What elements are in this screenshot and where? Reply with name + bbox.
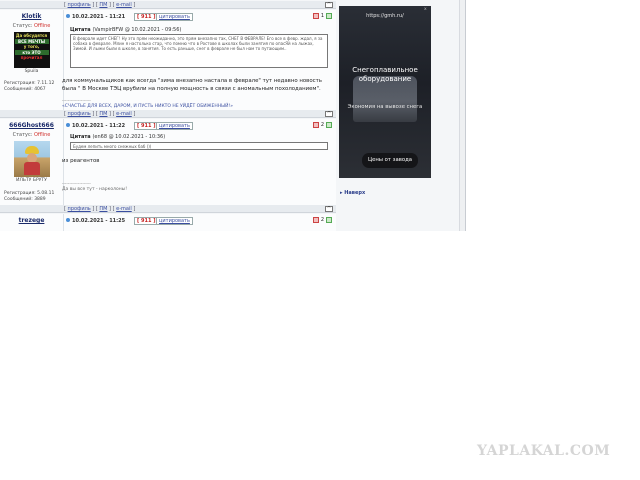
scroll-up-button[interactable]: ^ [325,111,333,117]
vote-count: 1 [320,13,324,19]
email-link[interactable]: e-mail [116,2,132,8]
ad-title: Снегоплавильное оборудование [352,66,418,83]
ad-url[interactable]: https://gmh.ru/ [339,13,431,19]
post-meta: 10.02.2021 - 11:25 [ 911 ] цитировать 2 [66,217,332,226]
post-link-icon[interactable] [66,14,70,18]
pm-link[interactable]: ПМ [99,2,107,8]
post-actions-bar: [ профиль ] [ ПМ ] [ e-mail ] ^ [0,110,336,118]
vote-up-icon[interactable] [326,217,332,223]
vote-count: 2 [320,217,324,223]
ad-cta-button[interactable]: Цены от завода [362,153,418,168]
watermark: YAPLAKAL.COM [477,443,611,459]
ad-subtitle: Экономия на вывозе снега [347,104,423,110]
profile-link[interactable]: профиль [68,111,91,117]
sidebar-ad[interactable]: x https://gmh.ru/ Снегоплавильное оборуд… [339,6,431,178]
user-registration: Регистрация: 7.11.12 Сообщений: 4067 [4,81,55,92]
signature: «СЧАСТЬЕ ДЛЯ ВСЕХ, ДАРОМ, И ПУСТЬ НИКТО … [62,104,234,109]
ad-close-icon[interactable]: x [424,7,429,12]
quote-button[interactable]: цитировать [156,122,193,130]
avatar-caption: ИЛЬТУ БРУТУ [16,178,47,183]
user-registration: Регистрация: 5.08.11 Сообщений: 3889 [4,191,55,202]
post-date: 10.02.2021 - 11:22 [66,123,125,129]
post-body: для коммунальщиков как всегда "зима внез… [62,78,322,92]
avatar: Да обсудятся ВСЕ МЕЧТЫ у того, кто ЭТО п… [13,32,50,68]
post-link-icon[interactable] [66,218,70,222]
username[interactable]: 666Ghost666 [0,122,63,129]
post-number[interactable]: [ 911 ] [134,122,159,130]
vote-count: 2 [320,122,324,128]
post-meta: 10.02.2021 - 11:21 [ 911 ] цитировать 1 [66,13,332,22]
quote-box: В феврале идет СНЕГ! Ну это прям неожида… [70,34,328,68]
post-meta: 10.02.2021 - 11:22 [ 911 ] цитировать 2 [66,122,332,131]
vote-up-icon[interactable] [326,122,332,128]
scroll-up-button[interactable]: ^ [325,206,333,212]
post: Klotik Статус: Offline Да обсудятся ВСЕ … [0,10,336,110]
quote-button[interactable]: цитировать [156,217,193,225]
post-link-icon[interactable] [66,123,70,127]
username[interactable]: trezege [0,217,63,224]
post-actions-bar: [ профиль ] [ ПМ ] [ e-mail ] ^ [0,205,336,213]
post: 666Ghost666 Статус: Offline ИЛЬТУ БРУТУ … [0,119,336,205]
quote-header: Цитата (VampirBFW @ 10.02.2021 - 09:56) [70,27,182,33]
quote-header: Цитата (en68 @ 10.02.2021 - 10:36) [70,134,166,140]
profile-link[interactable]: профиль [68,2,91,8]
post-number[interactable]: [ 911 ] [134,13,159,21]
quote-button[interactable]: цитировать [156,13,193,21]
vote-up-icon[interactable] [326,13,332,19]
scroll-up-button[interactable]: ^ [325,2,333,8]
signature-separator: -------------------- [62,98,91,103]
forum-thread: [ профиль ] [ ПМ ] [ e-mail ] ^ Klotik С… [0,0,466,231]
user-status: Статус: Offline [12,132,51,138]
post-number[interactable]: [ 911 ] [134,217,159,225]
signature: Да вы все тут - нарколоны! [62,187,128,192]
avatar [13,141,50,177]
avatar-caption: Spuila [24,69,39,74]
profile-link[interactable]: профиль [68,206,91,212]
email-link[interactable]: e-mail [116,111,132,117]
back-to-top-link[interactable]: ▸ Наверх [340,190,365,196]
pm-link[interactable]: ПМ [99,111,107,117]
post-date: 10.02.2021 - 11:21 [66,14,125,20]
scrollbar[interactable] [459,0,465,231]
user-panel: trezege [0,214,64,231]
post-actions-bar: [ профиль ] [ ПМ ] [ e-mail ] ^ [0,1,336,9]
post: trezege 10.02.2021 - 11:25 [ 911 ] цитир… [0,214,336,231]
post-date: 10.02.2021 - 11:25 [66,218,125,224]
post-body: из реагентов [62,158,100,164]
signature-separator: -------------------- [62,181,91,186]
vote-down-icon[interactable] [312,217,319,223]
quote-box: Будем лепить много снежных баб ))) [70,142,328,150]
email-link[interactable]: e-mail [116,206,132,212]
user-status: Статус: Offline [12,23,51,29]
username[interactable]: Klotik [0,13,63,20]
user-panel: 666Ghost666 Статус: Offline ИЛЬТУ БРУТУ … [0,119,64,205]
pm-link[interactable]: ПМ [99,206,107,212]
vote-down-icon[interactable] [312,13,319,19]
vote-down-icon[interactable] [312,122,319,128]
user-panel: Klotik Статус: Offline Да обсудятся ВСЕ … [0,10,64,110]
